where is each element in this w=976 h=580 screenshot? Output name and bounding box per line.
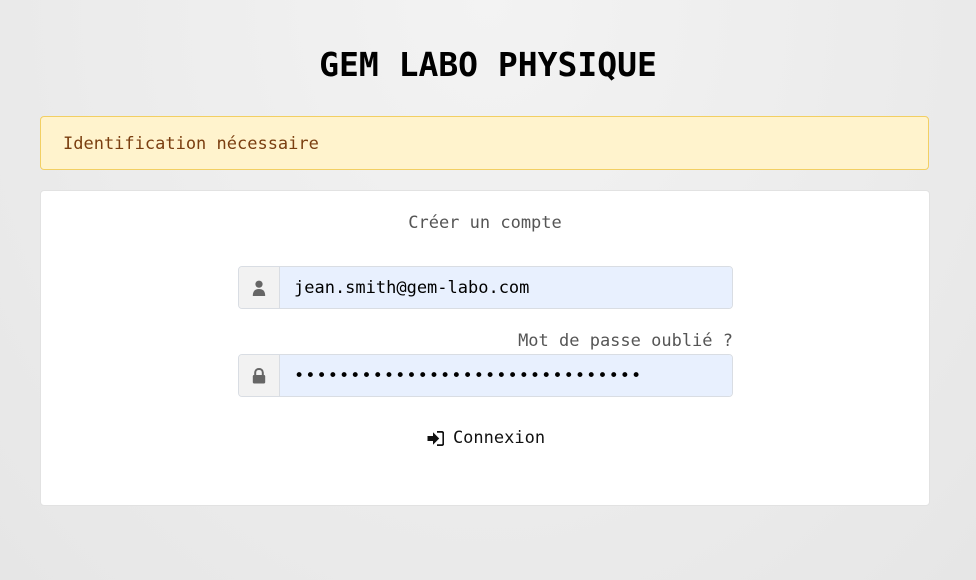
sign-in-icon [427,430,444,446]
alert-message: Identification nécessaire [63,134,319,154]
auth-required-alert: Identification nécessaire [40,116,929,170]
lock-icon [239,355,280,396]
user-icon [239,267,280,308]
email-input-group [238,266,733,309]
login-card: Créer un compte Mot de passe oublié ? C [40,190,930,506]
login-button-label: Connexion [452,428,546,448]
app-title: GEM LABO PHYSIQUE [319,45,657,84]
login-button[interactable]: Connexion [411,425,561,451]
forgot-password-link[interactable]: Mot de passe oublié ? [238,331,733,351]
create-account-link[interactable]: Créer un compte [41,213,929,233]
password-input-group [238,354,733,397]
password-field[interactable] [280,355,732,396]
email-field[interactable] [280,267,732,308]
